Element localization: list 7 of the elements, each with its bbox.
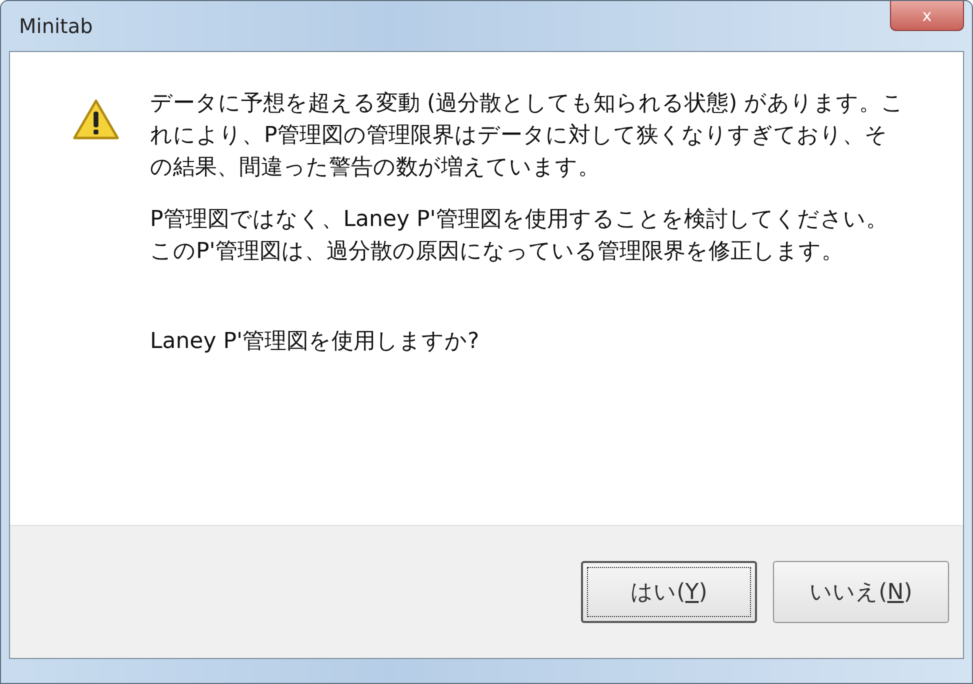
question-text: Laney P'管理図を使用しますか? — [150, 328, 480, 356]
no-button[interactable]: いいえ(N) — [773, 561, 949, 623]
window-title: Minitab — [18, 14, 93, 38]
yes-button[interactable]: はい(Y) — [581, 561, 757, 623]
message-text: データに予想を超える変動 (過分散としても知られる状態) があります。これにより、P管理図の管理限界はデータに対して狭くなりすぎており、その結果、間違った警告の数が増えています。 — [150, 90, 906, 182]
message-text: P管理図ではなく、Laney P'管理図を使用することを検討してください。このP'管理図は、過分散の原因になっている管理限界を修正します。 — [150, 206, 889, 266]
warning-icon — [72, 98, 120, 142]
